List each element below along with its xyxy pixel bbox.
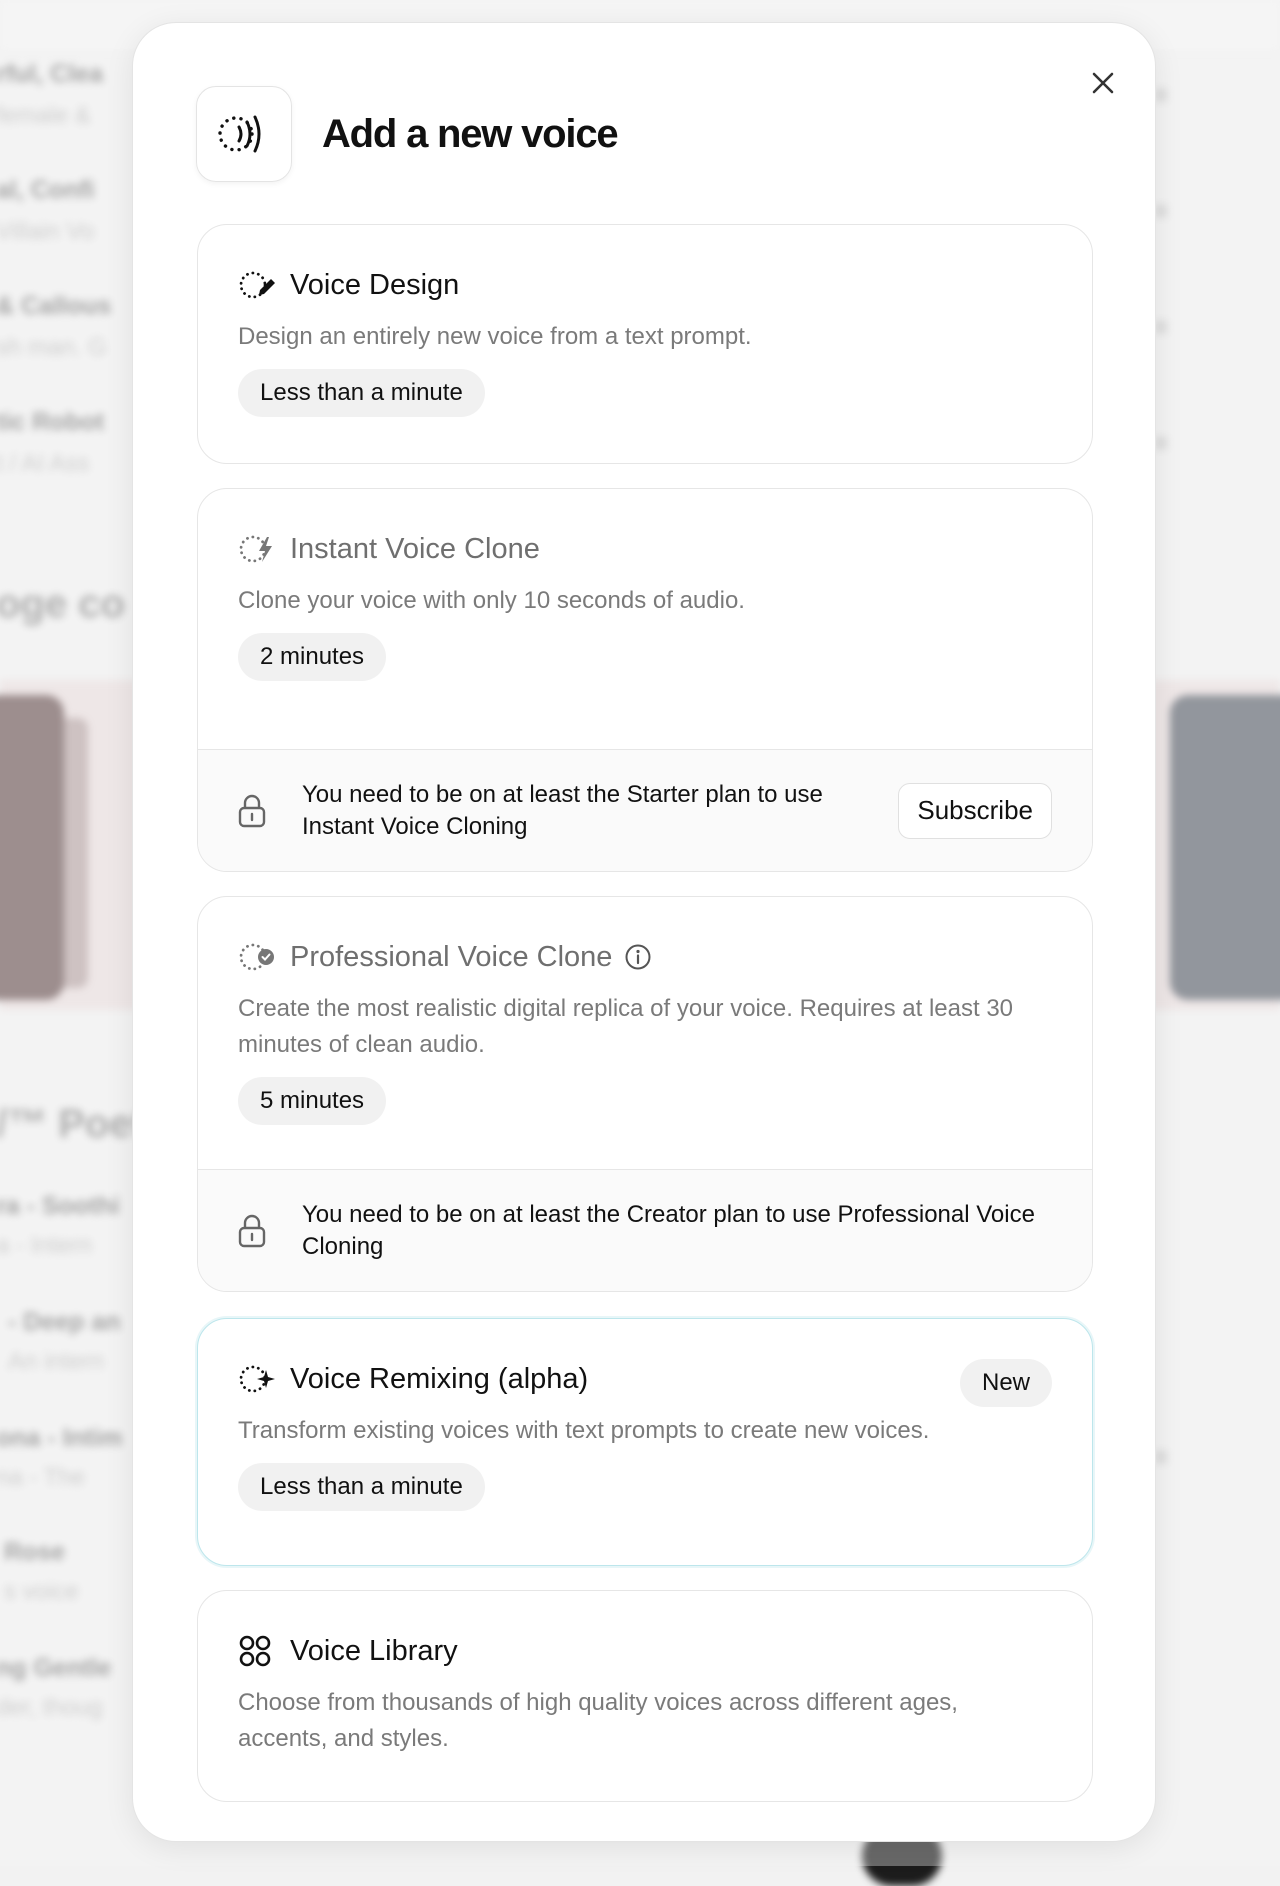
time-estimate-badge: 5 minutes — [238, 1077, 387, 1125]
voice-design-icon — [238, 265, 278, 305]
modal-title: Add a new voice — [322, 111, 619, 156]
voice-waves-icon — [196, 86, 292, 182]
subscribe-button[interactable]: Subscribe — [898, 782, 1052, 839]
voice-remixing-title: Voice Remixing (alpha) — [290, 1362, 589, 1395]
instant-voice-clone-description: Clone your voice with only 10 seconds of… — [238, 587, 745, 614]
upgrade-message: You need to be on at least the Creator p… — [302, 1200, 1035, 1260]
voice-design-title: Voice Design — [290, 268, 460, 301]
close-icon — [1092, 72, 1114, 94]
voice-remixing-description: Transform existing voices with text prom… — [238, 1417, 930, 1444]
voice-library-card[interactable]: Voice Library Choose from thousands of h… — [197, 1590, 1093, 1802]
info-icon[interactable] — [624, 943, 652, 971]
library-grid-icon — [238, 1631, 278, 1671]
add-voice-modal: Add a new voice Voice Design Design an e… — [132, 22, 1156, 1842]
upgrade-notice: You need to be on at least the Starter p… — [198, 749, 1092, 871]
voice-remixing-card[interactable]: Voice Remixing (alpha) New Transform exi… — [197, 1318, 1093, 1566]
voice-library-title: Voice Library — [290, 1634, 458, 1667]
voice-remix-icon — [238, 1359, 278, 1399]
voice-design-description: Design an entirely new voice from a text… — [238, 323, 752, 350]
instant-clone-icon — [238, 529, 278, 569]
time-estimate-badge: Less than a minute — [238, 369, 485, 417]
voice-design-card[interactable]: Voice Design Design an entirely new voic… — [197, 224, 1093, 464]
professional-voice-clone-card[interactable]: Professional Voice Clone Create the most… — [197, 896, 1093, 1292]
professional-voice-clone-title: Professional Voice Clone — [290, 940, 613, 973]
lock-icon — [238, 794, 278, 828]
time-estimate-badge: Less than a minute — [238, 1463, 485, 1511]
upgrade-notice: You need to be on at least the Creator p… — [198, 1169, 1092, 1291]
time-estimate-badge: 2 minutes — [238, 633, 387, 681]
upgrade-message: You need to be on at least the Starter p… — [302, 780, 823, 840]
voice-library-description: Choose from thousands of high quality vo… — [238, 1689, 958, 1752]
modal-header: Add a new voice — [196, 86, 619, 182]
new-badge: New — [959, 1359, 1052, 1407]
professional-clone-icon — [238, 937, 278, 977]
close-button[interactable] — [1081, 61, 1125, 105]
lock-icon — [238, 1214, 278, 1248]
professional-voice-clone-description: Create the most realistic digital replic… — [238, 995, 1014, 1058]
instant-voice-clone-card[interactable]: Instant Voice Clone Clone your voice wit… — [197, 488, 1093, 872]
instant-voice-clone-title: Instant Voice Clone — [290, 532, 540, 565]
